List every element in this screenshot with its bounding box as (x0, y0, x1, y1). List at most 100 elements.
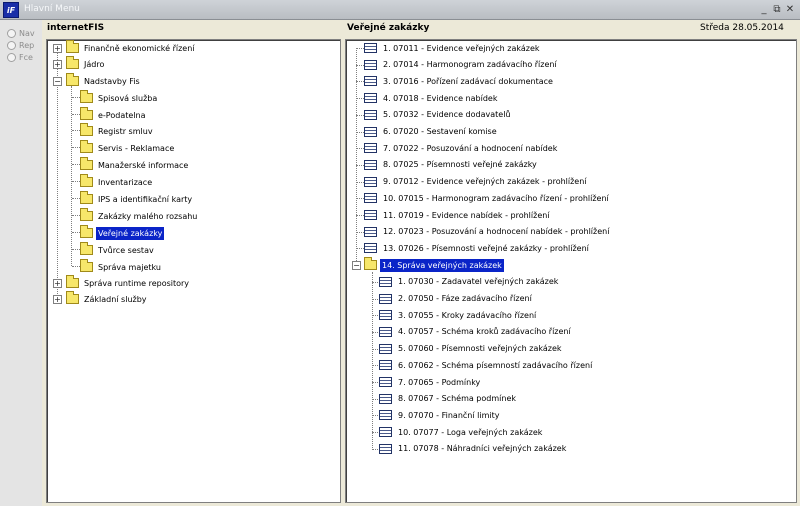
function-item[interactable]: 7. 07022 - Posuzování a hodnocení nabíde… (364, 141, 559, 155)
function-item-label: 5. 07032 - Evidence dodavatelů (383, 110, 511, 120)
function-item[interactable]: 5. 07032 - Evidence dodavatelů (364, 108, 512, 122)
left-panel-title: internetFIS (47, 23, 105, 33)
function-subitem[interactable]: 10. 07077 - Loga veřejných zakázek (379, 425, 544, 439)
document-list-icon (364, 93, 377, 104)
folder-icon (66, 40, 79, 53)
radio-fce[interactable]: Fce (7, 51, 33, 63)
folder-icon (80, 242, 93, 255)
function-subitem-label: 5. 07060 - Písemnosti veřejných zakázek (398, 344, 562, 354)
folder-icon (80, 225, 93, 238)
function-item[interactable]: 10. 07015 - Harmonogram zadávacího řízen… (364, 191, 611, 205)
document-list-icon (379, 427, 392, 438)
tree-item-servis-reklamace[interactable]: Servis - Reklamace (80, 140, 176, 155)
expand-icon[interactable]: + (53, 278, 62, 288)
document-list-icon (379, 360, 392, 371)
expand-icon[interactable]: + (53, 59, 62, 69)
tree-item-verejne-zakazky[interactable]: Veřejné zakázky (80, 225, 166, 241)
function-subitem-label: 1. 07030 - Zadavatel veřejných zakázek (398, 277, 559, 287)
function-item-label: 10. 07015 - Harmonogram zadávacího řízen… (383, 193, 609, 203)
function-item-label: 8. 07025 - Písemnosti veřejné zakázky (383, 160, 537, 170)
tree-item-tvurce-sestav[interactable]: Tvůrce sestav (80, 242, 156, 257)
function-item-label: 7. 07022 - Posuzování a hodnocení nabíde… (383, 143, 558, 153)
tree-item-sprava-majetku[interactable]: Správa majetku (80, 259, 163, 274)
function-subitem-label: 7. 07065 - Podmínky (398, 377, 481, 387)
function-item-label: 11. 07019 - Evidence nabídek - prohlížen… (383, 210, 550, 220)
expand-icon[interactable]: + (53, 294, 62, 304)
function-item[interactable]: 3. 07016 - Pořízení zadávací dokumentace (364, 74, 555, 88)
function-item[interactable]: 9. 07012 - Evidence veřejných zakázek - … (364, 175, 589, 189)
document-list-icon (379, 377, 392, 387)
tree-item-registr-smluv[interactable]: Registr smluv (80, 123, 155, 138)
app-logo-icon: iF (3, 2, 19, 18)
function-subitem[interactable]: 7. 07065 - Podmínky (379, 375, 482, 389)
tree-item-ips-karty[interactable]: IPS a identifikační karty (80, 191, 194, 206)
function-item-label: 3. 07016 - Pořízení zadávací dokumentace (383, 76, 553, 86)
function-subitem[interactable]: 2. 07050 - Fáze zadávacího řízení (379, 292, 534, 306)
tree-node-nadstavby[interactable]: − Nadstavby Fis (53, 73, 142, 88)
function-group-sprava[interactable]: − 14. Správa veřejných zakázek (352, 257, 505, 273)
function-list-panel[interactable]: 1. 07011 - Evidence veřejných zakázek 2. … (345, 39, 797, 503)
tree-item-manazerske-informace[interactable]: Manažerské informace (80, 157, 190, 172)
maximize-icon[interactable]: ⧉ (771, 3, 783, 16)
function-subitem[interactable]: 3. 07055 - Kroky zadávacího řízení (379, 308, 538, 322)
document-list-icon (364, 143, 377, 154)
function-item-label: 6. 07020 - Sestavení komise (383, 127, 497, 136)
function-subitem[interactable]: 8. 07067 - Schéma podmínek (379, 392, 518, 406)
function-subitem-label: 4. 07057 - Schéma kroků zadávacího řízen… (398, 327, 571, 337)
function-group-label: 14. Správa veřejných zakázek (379, 257, 505, 273)
collapse-icon[interactable]: − (352, 260, 361, 270)
folder-icon (66, 56, 79, 69)
navigation-mode-rail: Nav Rep Fce (0, 20, 42, 506)
document-list-icon (364, 176, 377, 187)
radio-icon (7, 52, 16, 62)
function-item-label: 12. 07023 - Posuzování a hodnocení nabíd… (383, 227, 610, 237)
radio-rep[interactable]: Rep (7, 39, 34, 51)
folder-icon (80, 174, 93, 187)
function-item[interactable]: 13. 07026 - Písemnosti veřejné zakázky -… (364, 241, 591, 255)
module-tree-panel[interactable]: + Finančně ekonomické řízení + Jádro − N… (46, 39, 341, 503)
folder-icon (80, 140, 93, 153)
function-subitem[interactable]: 11. 07078 - Náhradníci veřejných zakázek (379, 442, 568, 456)
tree-item-zakazky-maleho-rozsahu[interactable]: Zakázky malého rozsahu (80, 208, 199, 223)
function-item[interactable]: 11. 07019 - Evidence nabídek - prohlížen… (364, 208, 552, 222)
tree-node-financni[interactable]: + Finančně ekonomické řízení (53, 40, 197, 55)
tree-item-inventarizace[interactable]: Inventarizace (80, 174, 154, 189)
tree-node-jadro[interactable]: + Jádro (53, 56, 106, 71)
minimize-icon[interactable]: _ (758, 3, 770, 16)
expand-icon[interactable]: + (53, 43, 62, 53)
tree-node-sprava-runtime[interactable]: + Správa runtime repository (53, 275, 191, 290)
radio-nav[interactable]: Nav (7, 27, 35, 39)
function-item[interactable]: 2. 07014 - Harmonogram zadávacího řízení (364, 58, 559, 72)
document-list-icon (364, 226, 377, 237)
folder-icon (80, 123, 93, 136)
tree-node-zakladni-sluzby[interactable]: + Základní služby (53, 291, 149, 306)
function-subitem[interactable]: 1. 07030 - Zadavatel veřejných zakázek (379, 275, 560, 289)
document-list-icon (379, 326, 392, 337)
function-item[interactable]: 1. 07011 - Evidence veřejných zakázek (364, 41, 542, 55)
folder-icon (80, 90, 93, 103)
function-subitem-label: 10. 07077 - Loga veřejných zakázek (398, 427, 543, 437)
function-subitem-label: 11. 07078 - Náhradníci veřejných zakázek (398, 444, 567, 454)
function-item[interactable]: 8. 07025 - Písemnosti veřejné zakázky (364, 158, 539, 172)
function-item[interactable]: 4. 07018 - Evidence nabídek (364, 91, 499, 105)
function-item[interactable]: 6. 07020 - Sestavení komise (364, 125, 499, 139)
function-item[interactable]: 12. 07023 - Posuzování a hodnocení nabíd… (364, 225, 611, 239)
function-subitem[interactable]: 9. 07070 - Finanční limity (379, 408, 501, 422)
folder-open-icon (364, 257, 377, 271)
document-list-icon (379, 443, 392, 454)
document-list-icon (379, 410, 392, 421)
tree-item-spisova-sluzba[interactable]: Spisová služba (80, 90, 159, 105)
function-subitem[interactable]: 4. 07057 - Schéma kroků zadávacího řízen… (379, 325, 573, 339)
function-item-label: 4. 07018 - Evidence nabídek (383, 93, 498, 103)
tree-item-e-podatelna[interactable]: e-Podatelna (80, 107, 147, 122)
function-subitem[interactable]: 6. 07062 - Schéma písemností zadávacího … (379, 358, 594, 372)
collapse-icon[interactable]: − (53, 76, 62, 86)
document-list-icon (379, 343, 392, 354)
close-icon[interactable]: ✕ (784, 3, 796, 16)
function-subitem[interactable]: 5. 07060 - Písemnosti veřejných zakázek (379, 342, 564, 356)
folder-icon (66, 275, 79, 288)
document-list-icon (364, 59, 377, 70)
document-list-icon (364, 109, 377, 120)
function-item-label: 13. 07026 - Písemnosti veřejné zakázky -… (383, 243, 589, 253)
document-list-icon (364, 159, 377, 170)
